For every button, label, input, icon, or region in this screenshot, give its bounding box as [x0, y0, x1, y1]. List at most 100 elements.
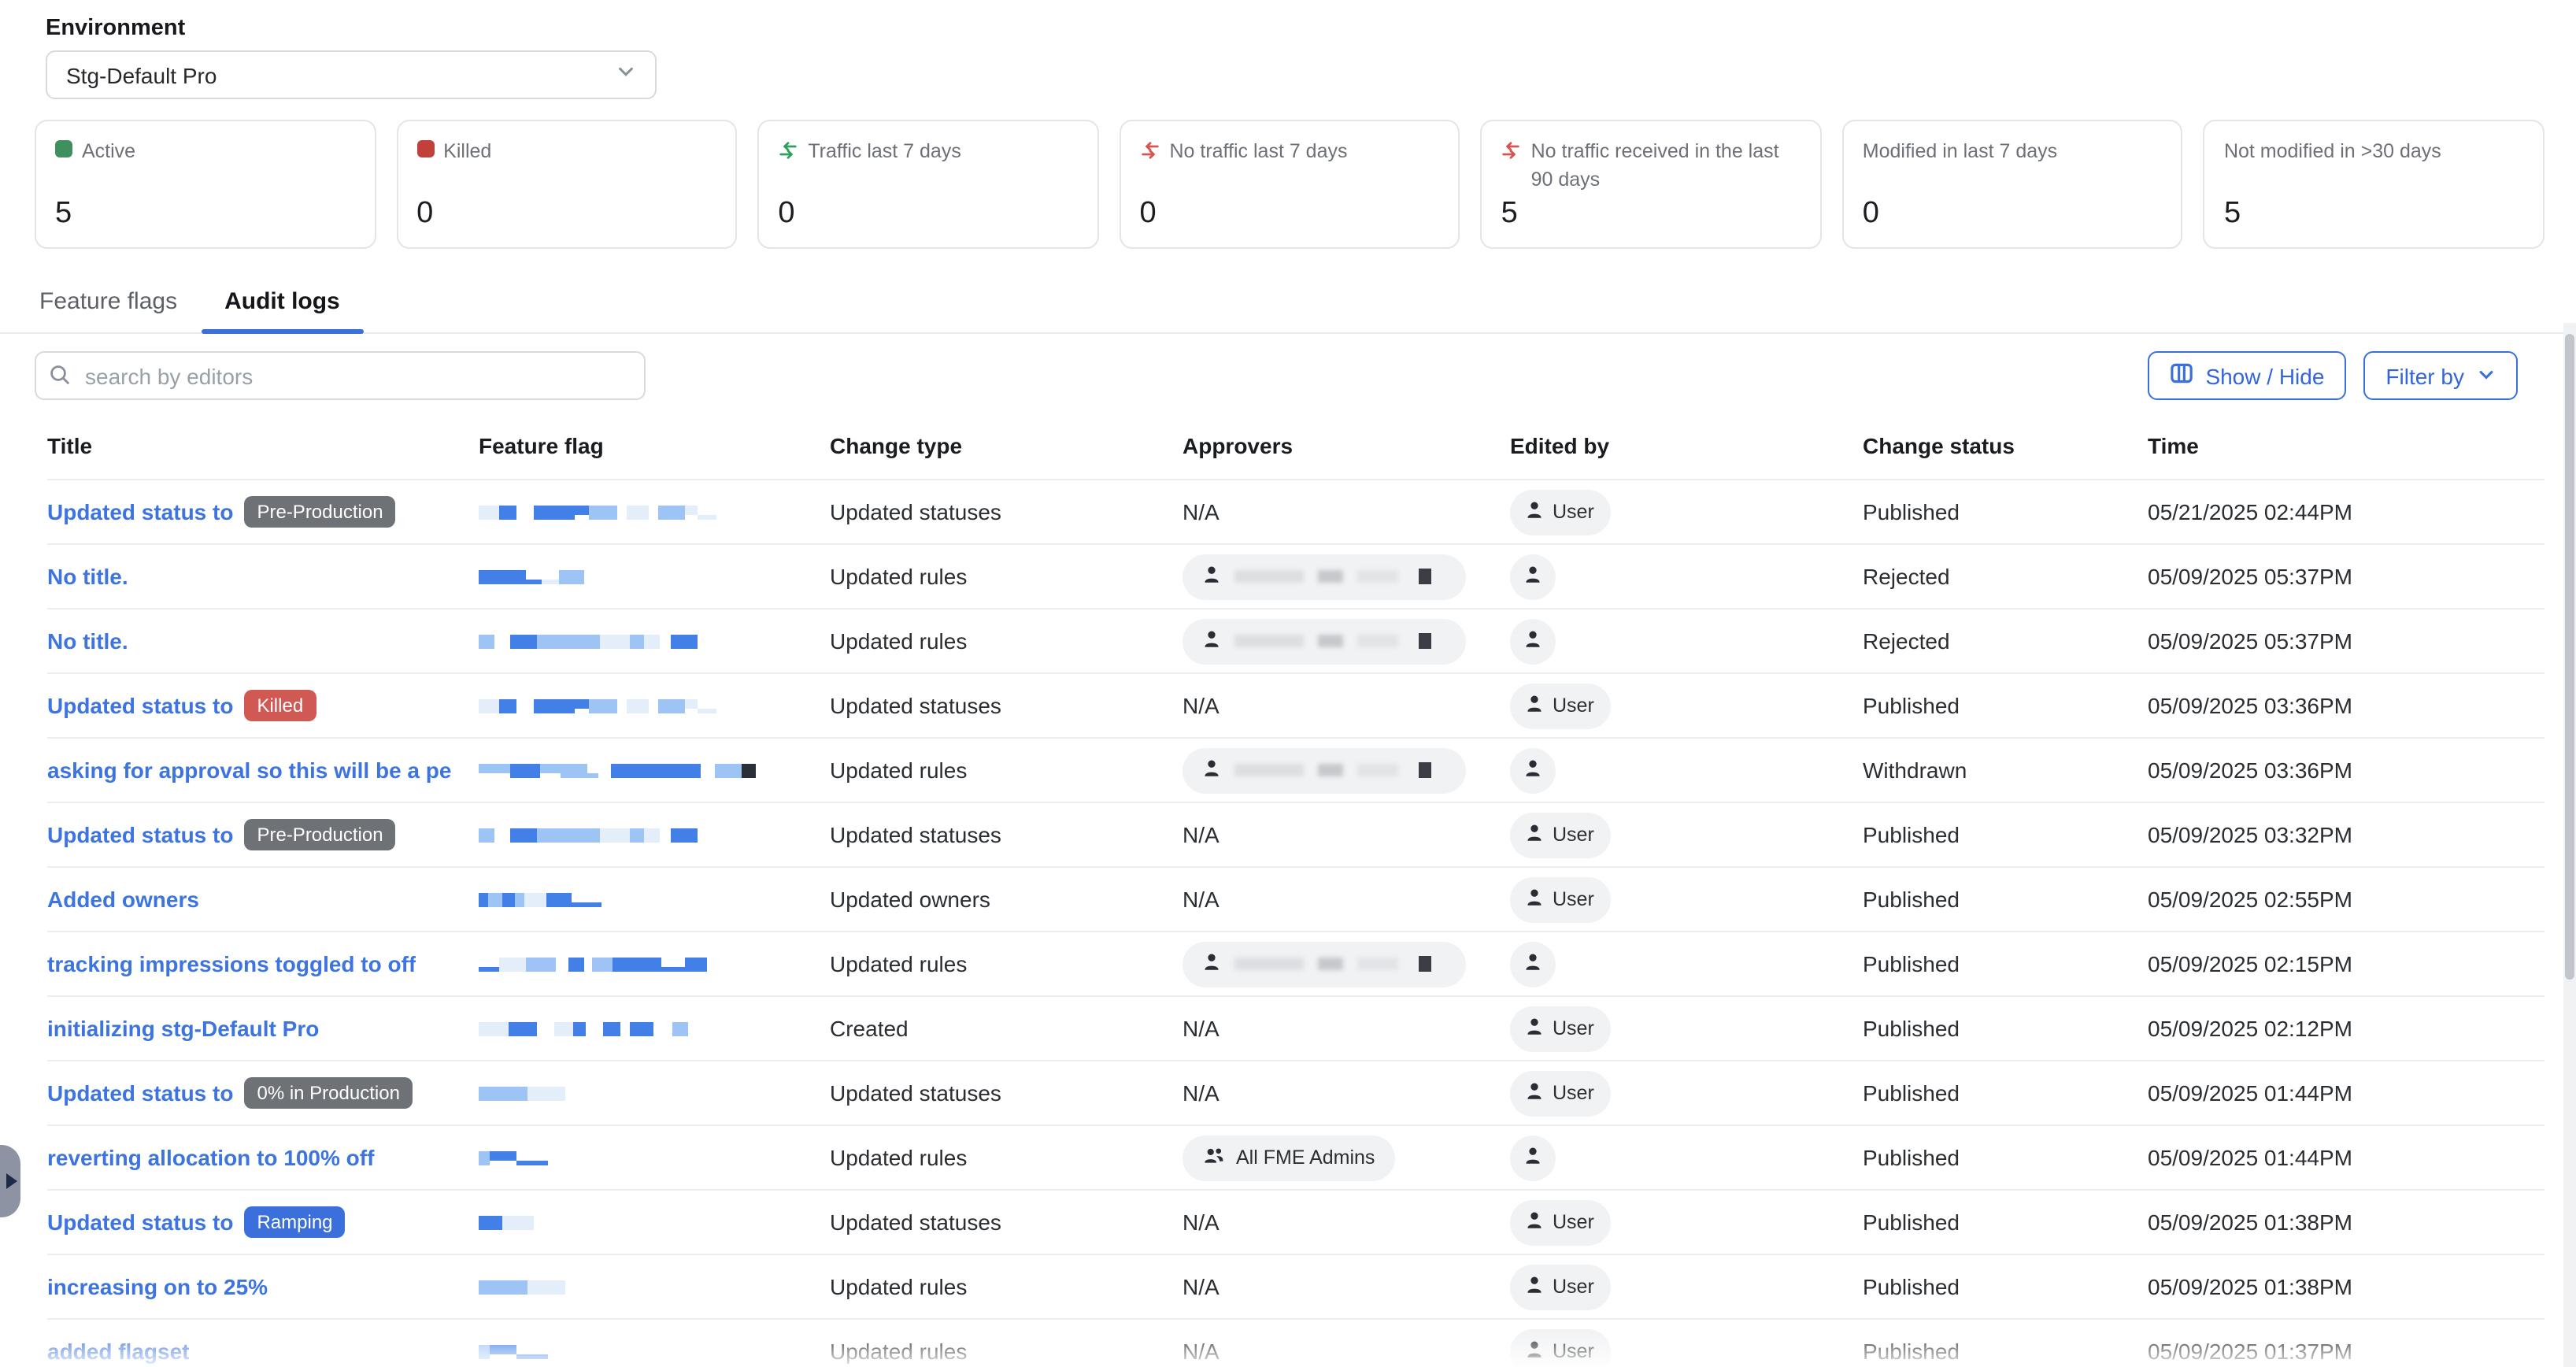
title-cell: Updated status to 0% in Production — [47, 1078, 479, 1109]
feature-flag-cell — [479, 1280, 830, 1294]
environment-label: Environment — [46, 16, 2541, 41]
column-header-change-status[interactable]: Change status — [1863, 433, 2148, 458]
search-input[interactable] — [35, 351, 646, 400]
feature-flag-cell — [479, 1021, 830, 1035]
status-badge: Pre-Production — [244, 497, 395, 528]
person-icon — [1523, 951, 1543, 976]
edited-by-user-pill[interactable]: User — [1510, 876, 1612, 922]
time-cell: 05/21/2025 02:44PM — [2148, 499, 2545, 524]
status-badge: 0% in Production — [244, 1078, 412, 1109]
change-type-cell: Updated rules — [830, 758, 1183, 783]
table-row: initializing stg-Default ProCreatedN/AUs… — [47, 995, 2545, 1060]
column-header-edited-by[interactable]: Edited by — [1510, 433, 1863, 458]
edited-by-cell: User — [1510, 1328, 1863, 1367]
approver-group-pill[interactable]: All FME Admins — [1183, 1135, 1395, 1180]
change-type-cell: Updated rules — [830, 1274, 1183, 1299]
audit-entry-link[interactable]: reverting allocation to 100% off — [47, 1145, 374, 1170]
title-cell: reverting allocation to 100% off — [47, 1145, 479, 1170]
column-header-time[interactable]: Time — [2148, 433, 2545, 458]
audit-entry-link[interactable]: tracking impressions toggled to off — [47, 951, 416, 976]
approver-redacted-text — [1234, 570, 1412, 583]
audit-entry-link[interactable]: No title. — [47, 628, 128, 654]
audit-entry-link[interactable]: asking for approval so this will be a pe — [47, 758, 451, 783]
audit-entry-link[interactable]: increasing on to 25% — [47, 1274, 268, 1299]
approver-pill-redacted[interactable] — [1183, 554, 1466, 599]
stat-card-0[interactable]: Active5 — [35, 120, 376, 249]
tab-feature-flags[interactable]: Feature flags — [16, 276, 201, 332]
audit-entry-link[interactable]: Updated status to — [47, 499, 233, 524]
stat-card-4[interactable]: No traffic received in the last 90 days5 — [1481, 120, 1822, 249]
edited-by-avatar[interactable] — [1510, 941, 1556, 987]
approver-redacted-text — [1234, 958, 1412, 970]
column-header-approvers[interactable]: Approvers — [1183, 433, 1510, 458]
stat-card-5[interactable]: Modified in last 7 days0 — [1842, 120, 2183, 249]
change-status-cell: Published — [1863, 1210, 2148, 1235]
column-header-feature-flag[interactable]: Feature flag — [479, 433, 830, 458]
title-cell: added flagset — [47, 1339, 479, 1364]
audit-entry-link[interactable]: Updated status to — [47, 1210, 233, 1235]
approver-pill-redacted[interactable] — [1183, 618, 1466, 664]
approver-pill-redacted[interactable] — [1183, 747, 1466, 793]
column-header-title[interactable]: Title — [47, 433, 479, 458]
edited-by-cell — [1510, 618, 1863, 664]
audit-entry-link[interactable]: initializing stg-Default Pro — [47, 1016, 319, 1041]
audit-entry-link[interactable]: Updated status to — [47, 822, 233, 847]
change-type-cell: Updated rules — [830, 564, 1183, 589]
stat-card-value: 5 — [55, 197, 355, 232]
approver-pill-redacted[interactable] — [1183, 941, 1466, 987]
scrollbar-thumb[interactable] — [2565, 334, 2574, 980]
audit-entry-link[interactable]: Updated status to — [47, 693, 233, 718]
edited-by-cell: User — [1510, 1006, 1863, 1051]
change-type-cell: Updated owners — [830, 887, 1183, 912]
edited-by-user-pill[interactable]: User — [1510, 1070, 1612, 1116]
title-cell: Added owners — [47, 887, 479, 912]
tab-audit-logs[interactable]: Audit logs — [201, 276, 364, 332]
approver-redacted-mark — [1419, 569, 1431, 584]
edited-by-avatar[interactable] — [1510, 1135, 1556, 1180]
time-cell: 05/09/2025 02:55PM — [2148, 887, 2545, 912]
change-type-cell: Updated statuses — [830, 822, 1183, 847]
traffic-arrows-icon — [778, 139, 798, 169]
stat-card-1[interactable]: Killed0 — [396, 120, 737, 249]
stat-card-2[interactable]: Traffic last 7 days0 — [757, 120, 1098, 249]
approvers-cell: N/A — [1183, 499, 1510, 524]
change-type-cell: Updated statuses — [830, 693, 1183, 718]
edited-by-label: User — [1553, 1082, 1594, 1104]
table-row: Updated status to 0% in ProductionUpdated… — [47, 1060, 2545, 1124]
edited-by-user-pill[interactable]: User — [1510, 1006, 1612, 1051]
show-hide-button[interactable]: Show / Hide — [2147, 351, 2346, 400]
edited-by-avatar[interactable] — [1510, 554, 1556, 599]
edited-by-user-pill[interactable]: User — [1510, 683, 1612, 728]
traffic-arrows-icon — [1501, 139, 1522, 169]
edited-by-label: User — [1553, 695, 1594, 717]
change-type-cell: Created — [830, 1016, 1183, 1041]
edited-by-user-pill[interactable]: User — [1510, 1264, 1612, 1310]
edited-by-avatar[interactable] — [1510, 618, 1556, 664]
title-cell: Updated status toPre-Production — [47, 820, 479, 850]
stat-card-6[interactable]: Not modified in >30 days5 — [2204, 120, 2545, 249]
sidebar-expand-handle[interactable] — [0, 1145, 20, 1217]
edited-by-cell — [1510, 554, 1863, 599]
audit-entry-link[interactable]: added flagset — [47, 1339, 190, 1364]
edited-by-user-pill[interactable]: User — [1510, 489, 1612, 535]
edited-by-avatar[interactable] — [1510, 747, 1556, 793]
stat-card-3[interactable]: No traffic last 7 days0 — [1119, 120, 1460, 249]
person-icon — [1524, 1016, 1545, 1041]
stat-card-label: Traffic last 7 days — [808, 139, 961, 166]
filter-by-button[interactable]: Filter by — [2363, 351, 2518, 400]
audit-entry-link[interactable]: Updated status to — [47, 1080, 233, 1106]
column-header-change-type[interactable]: Change type — [830, 433, 1183, 458]
feature-flag-redacted — [479, 1344, 830, 1358]
person-icon — [1524, 499, 1545, 524]
edited-by-user-pill[interactable]: User — [1510, 812, 1612, 858]
people-icon — [1203, 1145, 1225, 1170]
approvers-na: N/A — [1183, 1274, 1220, 1299]
audit-entry-link[interactable]: No title. — [47, 564, 128, 589]
edited-by-user-pill[interactable]: User — [1510, 1328, 1612, 1367]
change-status-cell: Rejected — [1863, 564, 2148, 589]
approvers-cell — [1183, 618, 1510, 664]
environment-select[interactable]: Stg-Default Pro — [46, 50, 657, 99]
edited-by-user-pill[interactable]: User — [1510, 1199, 1612, 1245]
edited-by-label: User — [1553, 1017, 1594, 1039]
audit-entry-link[interactable]: Added owners — [47, 887, 199, 912]
